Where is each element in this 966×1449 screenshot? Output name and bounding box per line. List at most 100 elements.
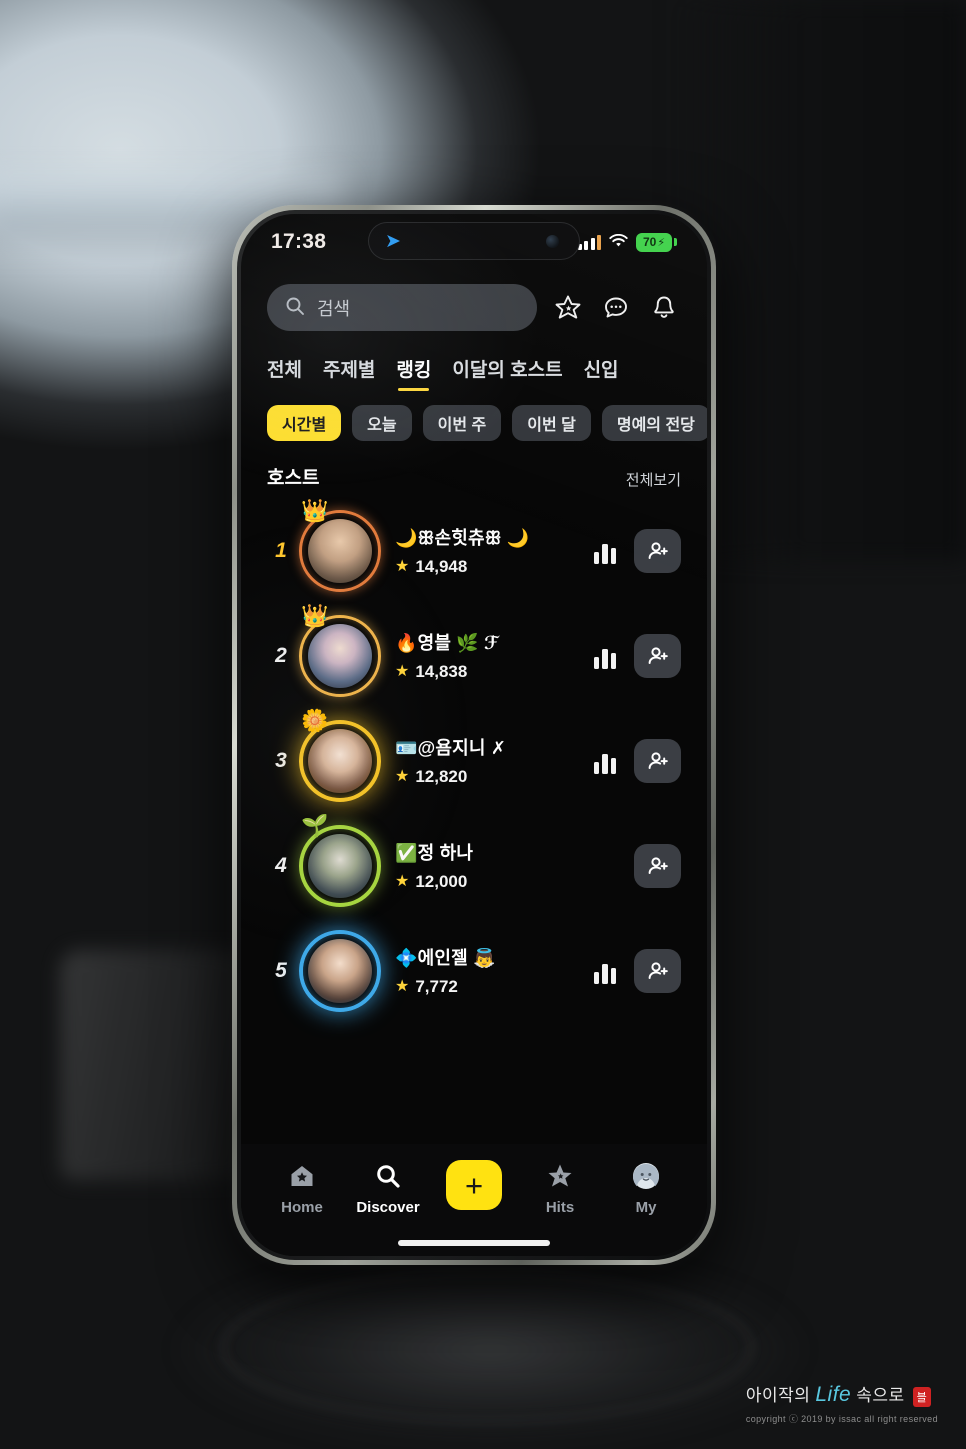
nav-label-home: Home bbox=[281, 1199, 323, 1216]
table-row[interactable]: 1 👑 🌙ꕥ손힛츄ꕥ 🌙 ★ 14,948 bbox=[263, 498, 685, 603]
battery-level: 70 bbox=[642, 235, 657, 249]
score-value: 14,838 bbox=[415, 662, 468, 681]
stats-chart-icon[interactable] bbox=[592, 643, 618, 669]
status-bar: 17:38 ➤ 70 ⚡ bbox=[241, 214, 707, 270]
row-actions bbox=[592, 738, 685, 783]
plus-icon[interactable]: + bbox=[446, 1160, 502, 1210]
tab-by-topic[interactable]: 주제별 bbox=[323, 355, 375, 391]
watermark-prefix: 아이작의 bbox=[745, 1386, 811, 1405]
add-friend-button[interactable] bbox=[634, 528, 681, 573]
wifi-icon bbox=[609, 233, 628, 251]
tab-all[interactable]: 전체 bbox=[267, 355, 302, 391]
bell-icon[interactable] bbox=[647, 291, 681, 325]
host-info: 🔥영블 🌿 ℱ ★ 14,838 bbox=[395, 629, 592, 682]
time-filter-chips: 시간별 오늘 이번 주 이번 달 명예의 전당 bbox=[241, 391, 707, 441]
crown-decoration-icon: 🌱 bbox=[301, 812, 329, 838]
table-row[interactable]: 5 💠에인젤 👼 ★ 7,772 bbox=[263, 918, 685, 1023]
avatar[interactable]: 👑 bbox=[299, 499, 381, 592]
charging-bolt-icon: ⚡ bbox=[657, 236, 666, 249]
star-icon: ★ bbox=[395, 663, 410, 680]
host-name: 💠에인젤 👼 bbox=[395, 948, 496, 968]
chip-hourly[interactable]: 시간별 bbox=[267, 405, 342, 441]
chip-hall-of-fame[interactable]: 명예의 전당 bbox=[601, 405, 707, 441]
stats-chart-icon[interactable] bbox=[592, 748, 618, 774]
tab-new[interactable]: 신입 bbox=[584, 355, 619, 391]
host-info: 💠에인젤 👼 ★ 7,772 bbox=[395, 944, 592, 997]
phone-screen: 17:38 ➤ 70 ⚡ 검색 전체 주제별 랭킹 이달의 호스트 신입 시간별… bbox=[241, 214, 707, 1256]
add-friend-button[interactable] bbox=[634, 948, 681, 993]
profile-avatar-icon bbox=[631, 1160, 661, 1192]
status-time: 17:38 bbox=[271, 230, 327, 253]
score-value: 12,820 bbox=[415, 767, 468, 786]
nav-label-hits: Hits bbox=[545, 1199, 575, 1216]
watermark-copyright: copyright ⓒ 2019 by issac all right rese… bbox=[745, 1414, 938, 1424]
search-icon bbox=[285, 296, 305, 320]
host-score: ★ 12,000 bbox=[395, 872, 592, 892]
watermark-title: 아이작의 Life 속으로 블 bbox=[746, 1381, 938, 1407]
chip-today[interactable]: 오늘 bbox=[352, 405, 412, 441]
view-all-link[interactable]: 전체보기 bbox=[626, 469, 681, 490]
table-row[interactable]: 4 🌱 ✅정 하나 ★ 12,000 bbox=[263, 813, 685, 918]
chip-this-month[interactable]: 이번 달 bbox=[512, 405, 591, 441]
table-row[interactable]: 2 👑 🔥영블 🌿 ℱ ★ 14,838 bbox=[263, 603, 685, 708]
star-icon: ★ bbox=[395, 768, 410, 785]
phone-device: 17:38 ➤ 70 ⚡ 검색 전체 주제별 랭킹 이달의 호스트 신입 시간별… bbox=[232, 205, 716, 1265]
crown-decoration-icon: 🌼 bbox=[301, 707, 329, 733]
host-info: 🌙ꕥ손힛츄ꕥ 🌙 ★ 14,948 bbox=[395, 524, 592, 577]
home-indicator[interactable] bbox=[398, 1240, 550, 1246]
stats-chart-icon[interactable] bbox=[592, 958, 618, 984]
nav-item-hits[interactable]: Hits bbox=[519, 1160, 601, 1216]
nav-item-discover[interactable]: Discover bbox=[347, 1160, 429, 1216]
avatar[interactable]: 🌱 bbox=[299, 814, 381, 907]
stats-chart-icon[interactable] bbox=[592, 538, 618, 564]
host-name: 🔥영블 🌿 ℱ bbox=[395, 633, 499, 653]
avatar[interactable] bbox=[299, 929, 381, 1012]
front-camera-icon bbox=[546, 235, 559, 248]
rank-number: 2 bbox=[275, 643, 287, 667]
search-placeholder: 검색 bbox=[317, 298, 351, 319]
host-info: 🪪@욤지니 ✗ ★ 12,820 bbox=[395, 734, 592, 787]
add-friend-button[interactable] bbox=[634, 633, 681, 678]
tab-host-of-month[interactable]: 이달의 호스트 bbox=[452, 355, 562, 391]
host-score: ★ 12,820 bbox=[395, 767, 592, 787]
score-value: 7,772 bbox=[415, 977, 458, 996]
host-score: ★ 14,838 bbox=[395, 662, 592, 682]
table-row[interactable]: 3 🌼 🪪@욤지니 ✗ ★ 12,820 bbox=[263, 708, 685, 813]
phone-stand-ring bbox=[222, 1272, 752, 1422]
avatar[interactable]: 👑 bbox=[299, 604, 381, 697]
host-score: ★ 14,948 bbox=[395, 557, 592, 577]
avatar-frame bbox=[299, 929, 381, 1012]
avatar[interactable]: 🌼 bbox=[299, 709, 381, 802]
nav-item-create[interactable]: + bbox=[433, 1160, 515, 1210]
row-actions bbox=[592, 948, 685, 993]
status-indicators: 70 ⚡ bbox=[577, 232, 677, 252]
watermark-life: Life bbox=[815, 1383, 852, 1406]
host-ranking-list: 1 👑 🌙ꕥ손힛츄ꕥ 🌙 ★ 14,948 2 👑 🔥영블 🌿 ℱ ★ 14,8… bbox=[241, 490, 707, 1023]
phone-bezel: 17:38 ➤ 70 ⚡ 검색 전체 주제별 랭킹 이달의 호스트 신입 시간별… bbox=[237, 210, 711, 1260]
score-value: 12,000 bbox=[415, 872, 468, 891]
nav-label-discover: Discover bbox=[356, 1199, 420, 1216]
sparkle-star-icon[interactable] bbox=[551, 291, 585, 325]
rank-number: 5 bbox=[275, 958, 287, 982]
search-input[interactable]: 검색 bbox=[267, 284, 537, 331]
rank-number: 1 bbox=[275, 538, 287, 562]
nav-item-home[interactable]: Home bbox=[261, 1160, 343, 1216]
crown-decoration-icon: 👑 bbox=[301, 602, 329, 628]
nav-item-my[interactable]: My bbox=[605, 1160, 687, 1216]
category-tabs: 전체 주제별 랭킹 이달의 호스트 신입 bbox=[241, 337, 707, 391]
nav-label-my: My bbox=[635, 1199, 657, 1216]
search-icon bbox=[374, 1160, 402, 1192]
row-actions bbox=[592, 843, 685, 888]
navigation-arrow-icon: ➤ bbox=[385, 230, 401, 252]
host-name: 🪪@욤지니 ✗ bbox=[395, 738, 507, 758]
sparkle-star-icon bbox=[546, 1160, 574, 1192]
tab-ranking[interactable]: 랭킹 bbox=[396, 355, 431, 391]
section-header: 호스트 전체보기 bbox=[241, 441, 707, 490]
score-value: 14,948 bbox=[415, 557, 468, 576]
add-friend-button[interactable] bbox=[634, 738, 681, 783]
chat-bubble-icon[interactable] bbox=[599, 291, 633, 325]
add-friend-button[interactable] bbox=[634, 843, 681, 888]
watermark-badge: 블 bbox=[912, 1387, 932, 1407]
chip-this-week[interactable]: 이번 주 bbox=[422, 405, 502, 441]
watermark: 아이작의 Life 속으로 블 copyright ⓒ 2019 by issa… bbox=[746, 1381, 938, 1425]
